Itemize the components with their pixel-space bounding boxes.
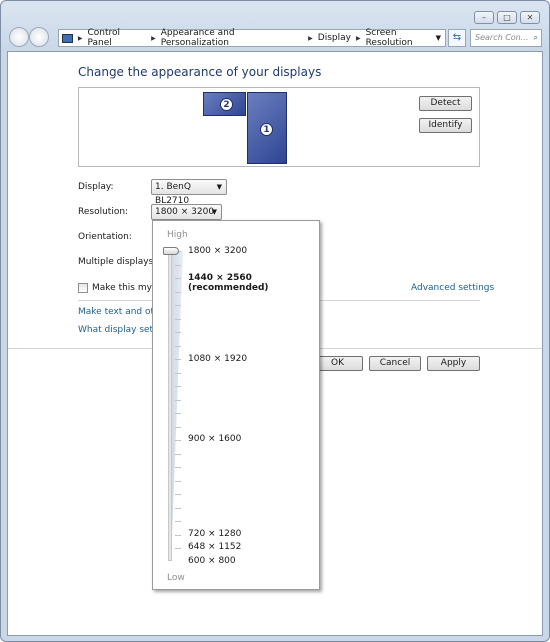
breadcrumb-item[interactable]: Control Panel bbox=[87, 28, 146, 48]
control-panel-icon bbox=[62, 33, 73, 43]
search-input[interactable]: Search Con... ⌕ bbox=[470, 29, 542, 47]
multiple-displays-label: Multiple displays: bbox=[78, 257, 157, 267]
slider-tick bbox=[175, 548, 181, 549]
slider-tick bbox=[175, 454, 181, 455]
slider-tick bbox=[175, 481, 181, 482]
resolution-option[interactable]: 720 × 1280 bbox=[188, 529, 241, 539]
resolution-option-recommended[interactable]: 1440 × 2560 (recommended) bbox=[188, 273, 319, 293]
slider-thumb[interactable] bbox=[163, 247, 179, 255]
monitor-arrangement: 2 1 Detect Identify bbox=[78, 87, 480, 167]
cancel-button[interactable]: Cancel bbox=[369, 356, 421, 371]
forward-button[interactable] bbox=[29, 27, 49, 47]
resolution-option[interactable]: 1080 × 1920 bbox=[188, 354, 247, 364]
chevron-down-icon: ▼ bbox=[216, 183, 222, 191]
slider-tick bbox=[175, 346, 181, 347]
high-label: High bbox=[167, 230, 188, 240]
low-label: Low bbox=[167, 573, 185, 583]
resolution-label: Resolution: bbox=[78, 207, 129, 217]
refresh-icon[interactable]: ⇆ bbox=[448, 29, 466, 47]
slider-tick bbox=[175, 427, 181, 428]
slider-fill bbox=[171, 251, 183, 561]
slider-tick bbox=[175, 400, 181, 401]
breadcrumb-item[interactable]: Appearance and Personalization bbox=[161, 28, 303, 48]
slider-tick bbox=[175, 373, 181, 374]
slider-tick bbox=[175, 535, 181, 536]
apply-button[interactable]: Apply bbox=[427, 356, 480, 371]
resolution-option[interactable]: 600 × 800 bbox=[188, 556, 236, 566]
slider-tick bbox=[175, 440, 181, 441]
address-dropdown-icon[interactable]: ▼ bbox=[436, 34, 441, 42]
orientation-label: Orientation: bbox=[78, 232, 132, 242]
slider-tick bbox=[175, 359, 181, 360]
resolution-option[interactable]: 648 × 1152 bbox=[188, 542, 241, 552]
display-select[interactable]: 1. BenQ BL2710 ▼ bbox=[151, 179, 227, 206]
resolution-slider[interactable] bbox=[168, 251, 172, 561]
breadcrumb-item[interactable]: Display bbox=[318, 33, 351, 43]
slider-tick bbox=[175, 508, 181, 509]
search-icon: ⌕ bbox=[533, 33, 538, 42]
detect-button[interactable]: Detect bbox=[419, 96, 472, 111]
advanced-settings-link[interactable]: Advanced settings bbox=[411, 283, 494, 293]
identify-button[interactable]: Identify bbox=[419, 118, 472, 133]
resolution-select[interactable]: 1800 × 3200 ▼ bbox=[151, 204, 222, 220]
breadcrumb-item[interactable]: Screen Resolution bbox=[366, 28, 445, 48]
page-title: Change the appearance of your displays bbox=[78, 65, 322, 79]
back-button[interactable] bbox=[9, 27, 29, 47]
slider-tick bbox=[175, 278, 181, 279]
slider-tick bbox=[175, 467, 181, 468]
maximize-button[interactable]: □ bbox=[497, 11, 517, 24]
slider-tick bbox=[175, 305, 181, 306]
chevron-down-icon: ▼ bbox=[211, 208, 217, 216]
close-button[interactable]: ✕ bbox=[520, 11, 540, 24]
monitor-number: 1 bbox=[260, 123, 273, 136]
checkbox[interactable] bbox=[78, 283, 88, 293]
slider-tick bbox=[175, 319, 181, 320]
resolution-option[interactable]: 900 × 1600 bbox=[188, 434, 241, 444]
monitor-1[interactable]: 1 bbox=[247, 92, 287, 164]
display-label: Display: bbox=[78, 182, 114, 192]
monitor-2[interactable]: 2 bbox=[203, 92, 246, 116]
slider-tick bbox=[175, 292, 181, 293]
slider-tick bbox=[175, 413, 181, 414]
address-bar[interactable]: ▶ Control Panel ▶ Appearance and Personali… bbox=[58, 28, 446, 48]
slider-tick bbox=[175, 494, 181, 495]
slider-tick bbox=[175, 521, 181, 522]
resolution-option[interactable]: 1800 × 3200 bbox=[188, 246, 247, 256]
slider-tick bbox=[175, 332, 181, 333]
minimize-button[interactable]: – bbox=[474, 11, 494, 24]
resolution-popup: High 1800 × 3200 1440 × 2560 (recommende… bbox=[152, 220, 320, 590]
slider-tick bbox=[175, 265, 181, 266]
slider-tick bbox=[175, 386, 181, 387]
monitor-number: 2 bbox=[220, 98, 233, 111]
